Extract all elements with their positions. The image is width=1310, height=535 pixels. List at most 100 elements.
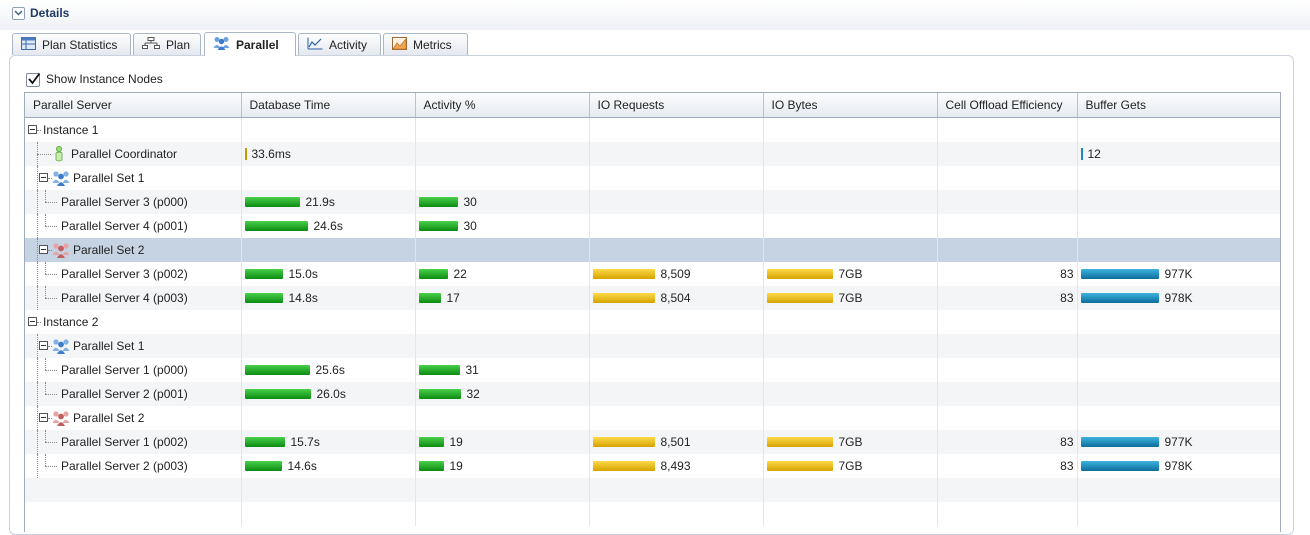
io-requests-cell [589,142,764,166]
io-bytes-cell-content: 7GB [764,286,937,310]
table-row[interactable]: Parallel Server 1 (p002) 15.7s 19 8,501 7GB 8… [25,430,1280,454]
tree-node-label: Parallel Server 3 (p000) [61,195,188,209]
io-bytes-bar [766,269,833,279]
cell-offload-cell-content: 83 [938,430,1077,454]
col-header-cell-offload[interactable]: Cell Offload Efficiency [937,93,1078,118]
tree-node: Parallel Coordinator [25,142,240,166]
parallel-server-cell: Parallel Set 1 [25,166,242,190]
table-row[interactable]: Parallel Coordinator 33.6ms 12 [25,142,1280,166]
col-header-database-time[interactable]: Database Time [241,93,416,118]
tree-node: Instance 2 [25,310,240,334]
tree-node-label: Parallel Coordinator [71,147,178,161]
io-requests-cell-content: 8,501 [590,430,763,454]
io-requests-cell: 8,504 [589,286,764,310]
table-row[interactable]: Parallel Server 2 (p001) 26.0s 32 [25,382,1280,406]
activity-cell [415,478,590,502]
table-row[interactable]: Parallel Set 1 [25,166,1280,190]
buffer-gets-cell: 978K [1077,454,1280,478]
table-row[interactable] [25,502,1280,526]
io-requests-cell-content: 8,493 [590,454,763,478]
activity-bar [418,461,444,471]
parallel-set-blue-icon [52,170,70,189]
tab-parallel-label: Parallel [236,37,279,52]
io-bytes-cell [763,406,938,430]
collapse-icon[interactable] [39,413,48,422]
table-row[interactable]: Parallel Server 1 (p000) 25.6s 31 [25,358,1280,382]
cell-offload-value: 83 [1060,291,1074,305]
table-row[interactable]: Parallel Set 2 [25,238,1280,262]
activity-cell [415,406,590,430]
io-bytes-bar [766,437,833,447]
tree-node: Parallel Server 4 (p001) [25,214,240,238]
table-row[interactable]: Parallel Server 3 (p000) 21.9s 30 [25,190,1280,214]
collapse-toggle[interactable] [12,7,25,20]
io-bytes-value: 7GB [838,459,863,473]
table-row[interactable]: Instance 2 [25,310,1280,334]
buffer-gets-value: 977K [1164,435,1193,449]
io-requests-value: 8,504 [660,291,691,305]
tree-node: Parallel Server 4 (p003) [25,286,240,310]
activity-cell: 30 [415,190,590,214]
database-time-cell [241,117,416,142]
database-time-value: 21.9s [305,195,335,209]
buffer-gets-cell [1077,238,1280,262]
io-requests-cell [589,334,764,358]
col-header-parallel-server[interactable]: Parallel Server [25,93,242,118]
table-row[interactable]: Parallel Server 4 (p001) 24.6s 30 [25,214,1280,238]
table-row[interactable]: Parallel Server 2 (p003) 14.6s 19 8,493 7GB 8… [25,454,1280,478]
col-header-io-bytes[interactable]: IO Bytes [763,93,938,118]
io-bytes-cell [763,358,938,382]
people-icon [213,36,230,53]
io-requests-cell [589,478,764,502]
tree-line [37,322,41,323]
activity-value: 19 [449,459,463,473]
tab-plan-label: Plan [166,37,191,52]
col-header-buffer-gets[interactable]: Buffer Gets [1077,93,1280,118]
tree-line [45,370,57,371]
show-instance-nodes-checkbox[interactable] [26,72,41,87]
tree-node: Parallel Server 1 (p000) [25,358,240,382]
table-row[interactable]: Parallel Set 1 [25,334,1280,358]
db-time-bar [244,221,308,231]
table-row[interactable]: Parallel Set 2 [25,406,1280,430]
database-time-cell-content: 33.6ms [242,142,415,166]
tab-activity[interactable]: Activity [298,33,381,55]
tab-metrics[interactable]: Metrics [383,33,468,55]
activity-cell-content: 31 [416,358,589,382]
collapse-icon[interactable] [28,317,37,326]
io-bytes-cell: 7GB [763,430,938,454]
database-time-value: 14.8s [288,291,318,305]
table-row[interactable]: Parallel Server 3 (p002) 15.0s 22 8,509 7GB 8… [25,262,1280,286]
table-row[interactable]: Parallel Server 4 (p003) 14.8s 17 8,504 7GB 8… [25,286,1280,310]
show-instance-nodes-label: Show Instance Nodes [46,72,163,86]
activity-bar [418,221,458,231]
tab-parallel[interactable]: Parallel [204,32,296,56]
parallel-server-cell: Instance 1 [25,117,242,142]
parallel-server-cell: Parallel Server 3 (p000) [25,190,242,214]
col-header-io-requests[interactable]: IO Requests [589,93,764,118]
database-time-cell-content: 25.6s [242,358,415,382]
buffer-gets-bar [1080,461,1159,471]
cell-offload-cell [937,238,1078,262]
tab-plan-statistics[interactable]: Plan Statistics [12,33,131,55]
metrics-icon [392,36,407,53]
table-row[interactable] [25,478,1280,502]
io-requests-cell [589,358,764,382]
tree-node: Parallel Set 2 [25,238,240,262]
collapse-icon[interactable] [39,341,48,350]
collapse-icon[interactable] [39,173,48,182]
database-time-cell: 24.6s [241,214,416,238]
tree-line [37,382,38,406]
database-time-cell [241,502,416,526]
tree-node: Instance 1 [25,118,240,142]
collapse-icon[interactable] [39,245,48,254]
io-bytes-cell-content: 7GB [764,454,937,478]
table-row[interactable]: Instance 1 [25,117,1280,142]
activity-value: 22 [453,267,467,281]
io-requests-value: 8,509 [660,267,691,281]
collapse-icon[interactable] [28,125,37,134]
tab-plan[interactable]: Plan [133,33,201,55]
buffer-gets-value: 978K [1164,459,1193,473]
db-time-bar [244,437,285,447]
col-header-activity[interactable]: Activity % [415,93,590,118]
